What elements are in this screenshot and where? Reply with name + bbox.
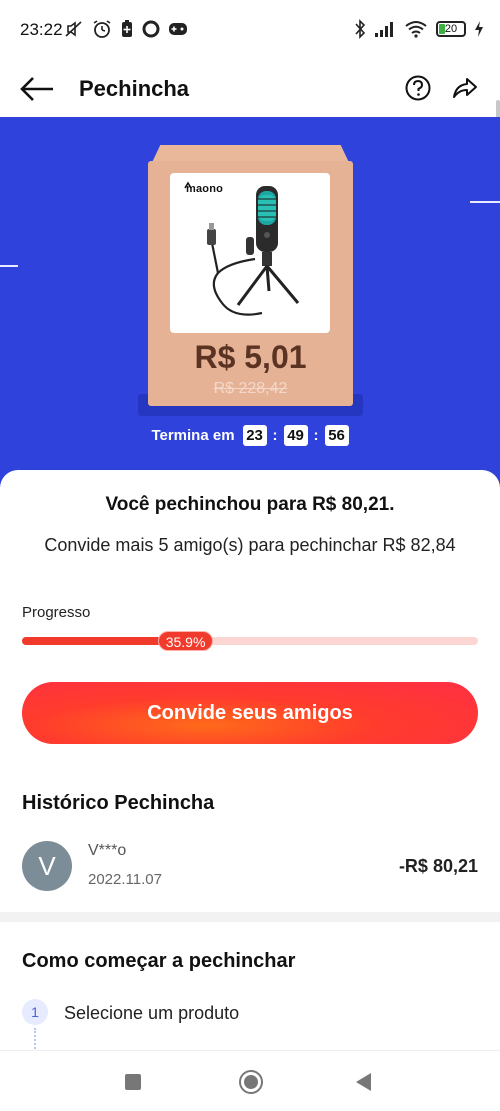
bargain-hero: maono R$ 5,01 R$ 228,42 Termina em 23 : … [0, 117, 500, 487]
timer-minutes: 49 [283, 425, 308, 446]
decor-line [470, 201, 500, 203]
status-icons-right: 20 [354, 19, 484, 39]
progress-label: Progresso [22, 604, 91, 621]
timer-separator: : [272, 427, 278, 444]
alarm-icon [93, 20, 111, 38]
share-button[interactable] [450, 74, 480, 102]
decor-line [0, 265, 18, 267]
gamepad-icon [169, 23, 187, 35]
original-price: R$ 228,42 [213, 380, 288, 397]
circle-app-icon [142, 20, 160, 38]
status-time: 23:22 [20, 20, 63, 39]
status-icons-left [64, 19, 188, 39]
step-number: 1 [22, 999, 48, 1025]
system-back-button[interactable] [356, 1073, 371, 1091]
countdown-timer: Termina em 23 : 49 : 56 [0, 425, 500, 446]
home-button[interactable] [239, 1070, 263, 1094]
battery-saver-icon [122, 20, 132, 37]
wifi-icon [405, 21, 427, 38]
timer-hours: 23 [242, 425, 267, 446]
progress-badge: 35.9% [157, 631, 214, 651]
section-divider [0, 912, 500, 922]
signal-icon [375, 22, 393, 37]
status-bar: 23:22 20 [0, 0, 500, 60]
history-user-name: V***o [88, 842, 127, 859]
battery-icon: 20 [436, 21, 466, 37]
share-icon [453, 78, 477, 98]
page-title: Pechincha [79, 76, 190, 101]
help-icon [405, 75, 431, 101]
product-image[interactable]: maono [170, 173, 330, 333]
system-nav-bar [0, 1050, 500, 1111]
bargain-card: Você pechinchou para R$ 80,21. Convide m… [0, 470, 500, 910]
back-arrow-icon [20, 77, 53, 101]
bluetooth-icon [355, 19, 366, 39]
recents-button[interactable] [125, 1074, 141, 1090]
mute-icon [65, 21, 82, 37]
step-label: Selecione um produto [64, 1003, 240, 1023]
bargain-headline: Você pechinchou para R$ 80,21. [105, 494, 395, 515]
timer-separator: : [313, 427, 319, 444]
history-amount: -R$ 80,21 [398, 856, 478, 876]
step-connector [34, 1028, 36, 1052]
help-button[interactable] [404, 74, 432, 102]
battery-level: 20 [444, 23, 458, 35]
bargain-price: R$ 5,01 [194, 339, 307, 375]
avatar: V [22, 841, 72, 891]
invite-message: Convide mais 5 amigo(s) para pechinchar … [44, 535, 456, 555]
back-button[interactable] [18, 74, 56, 104]
history-date: 2022.11.07 [88, 871, 162, 888]
charging-icon [475, 21, 483, 37]
microphone-image [184, 181, 300, 316]
app-bar: Pechincha [0, 60, 500, 140]
history-title: Histórico Pechincha [22, 792, 215, 814]
how-to-title: Como começar a pechinchar [22, 950, 296, 972]
invite-friends-button[interactable]: Convide seus amigos [22, 682, 478, 744]
timer-label: Termina em [151, 427, 235, 444]
brand-logo: maono [186, 183, 224, 195]
timer-seconds: 56 [324, 425, 349, 446]
progress-bar [22, 637, 478, 645]
